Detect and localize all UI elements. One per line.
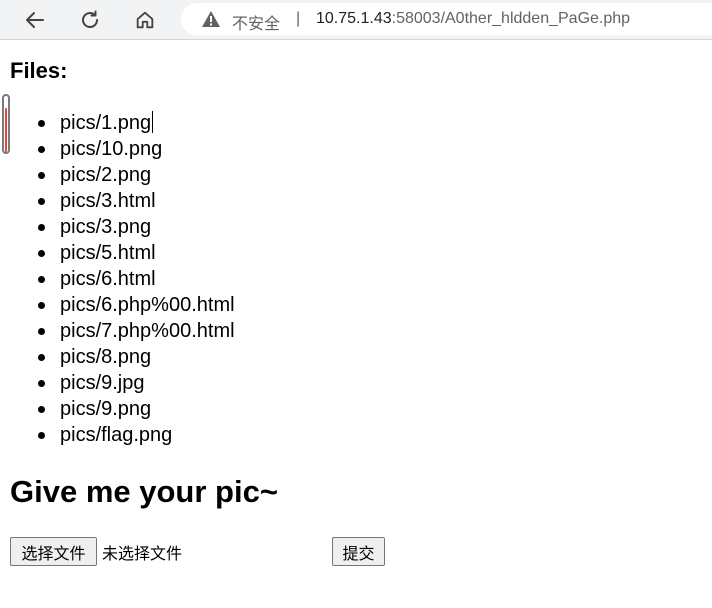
file-name: pics/3.png	[60, 216, 152, 238]
url-host: 10.75.1.43	[316, 10, 392, 27]
file-list-item: pics/3.html	[38, 188, 235, 214]
file-list-item: pics/2.png	[38, 162, 235, 188]
choose-file-button[interactable]: 选择文件	[10, 537, 97, 566]
file-name: pics/9.jpg	[60, 372, 145, 394]
submit-button[interactable]: 提交	[332, 537, 385, 566]
reload-button[interactable]	[76, 6, 104, 34]
file-list-item: pics/7.php%00.html	[38, 318, 235, 344]
back-arrow-icon	[26, 12, 44, 28]
file-name: pics/6.html	[60, 268, 156, 290]
text-cursor	[152, 111, 154, 133]
file-name: pics/5.html	[60, 242, 156, 264]
home-button[interactable]	[131, 6, 159, 34]
file-name: pics/9.png	[60, 398, 152, 420]
file-name: pics/7.php%00.html	[60, 320, 235, 342]
url-text[interactable]: 10.75.1.43:58003/A0ther_hldden_PaGe.php	[316, 10, 630, 28]
url-path: :58003/A0ther_hldden_PaGe.php	[391, 10, 631, 27]
file-list: pics/1.png pics/10.png pics/2.png pics/3.ht…	[38, 110, 235, 448]
home-icon	[136, 11, 154, 29]
file-list-item: pics/3.png	[38, 214, 235, 240]
scroll-indicator[interactable]	[2, 94, 10, 154]
file-list-item: pics/9.jpg	[38, 370, 235, 396]
browser-toolbar: 不安全 | 10.75.1.43:58003/A0ther_hldden_PaG…	[0, 0, 712, 40]
file-list-item: pics/9.png	[38, 396, 235, 422]
security-status-label[interactable]: 不安全	[232, 10, 280, 34]
scroll-indicator-fill	[5, 108, 7, 152]
reload-icon	[82, 10, 98, 28]
file-name: pics/2.png	[60, 164, 152, 186]
file-list-item: pics/6.php%00.html	[38, 292, 235, 318]
page-content: Files: pics/1.png pics/10.png pics/2.png pi…	[0, 40, 712, 608]
file-list-item: pics/5.html	[38, 240, 235, 266]
address-bar[interactable]: 不安全 | 10.75.1.43:58003/A0ther_hldden_PaG…	[181, 3, 712, 35]
file-list-item: pics/6.html	[38, 266, 235, 292]
file-name: pics/6.php%00.html	[60, 294, 235, 316]
upload-heading: Give me your pic~	[10, 474, 278, 509]
address-separator: |	[296, 10, 301, 27]
file-list-item: pics/flag.png	[38, 422, 235, 448]
file-list-item: pics/1.png	[38, 110, 235, 136]
warning-triangle-icon[interactable]	[201, 10, 221, 28]
back-button[interactable]	[21, 6, 49, 34]
file-name: pics/10.png	[60, 138, 163, 160]
no-file-chosen-label: 未选择文件	[102, 544, 183, 563]
file-name: pics/8.png	[60, 346, 152, 368]
file-list-item: pics/10.png	[38, 136, 235, 162]
file-list-item: pics/8.png	[38, 344, 235, 370]
file-name: pics/flag.png	[60, 424, 173, 446]
files-heading: Files:	[10, 58, 68, 83]
file-name: pics/3.html	[60, 190, 156, 212]
file-name: pics/1.png	[60, 112, 152, 134]
